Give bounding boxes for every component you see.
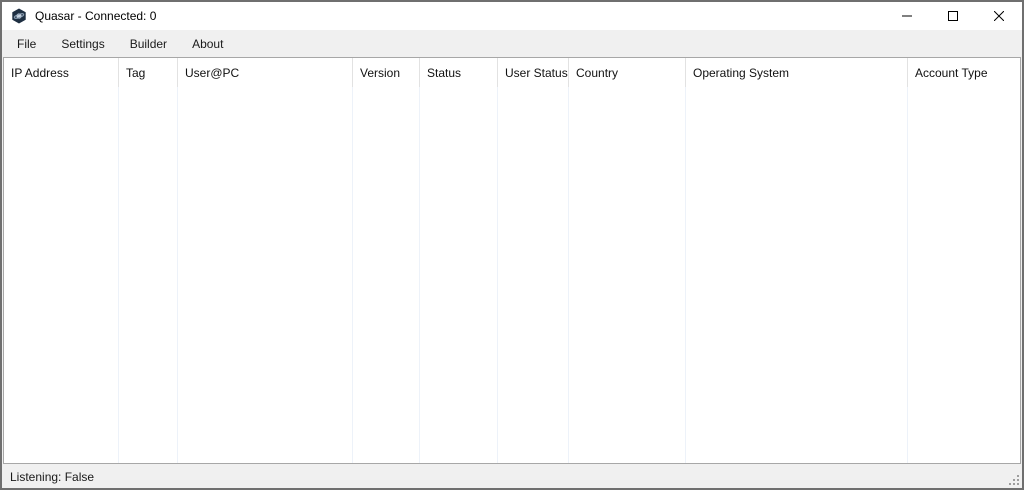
status-bar: Listening: False [2,466,1022,488]
column-header-user-status[interactable]: User Status [498,58,569,87]
menu-item-file[interactable]: File [8,30,45,57]
menu-bar: File Settings Builder About [2,30,1022,57]
column-header-account-type[interactable]: Account Type [908,58,1020,87]
column-header-tag[interactable]: Tag [119,58,178,87]
column-header-user-pc[interactable]: User@PC [178,58,353,87]
column-track-user-status [498,87,569,463]
maximize-icon [948,9,958,24]
quasar-app-icon [11,8,27,24]
column-header-ip-address[interactable]: IP Address [4,58,119,87]
column-header-country[interactable]: Country [569,58,686,87]
close-button[interactable] [976,2,1022,30]
column-track-version [353,87,420,463]
column-track-operating-system [686,87,908,463]
menu-item-settings[interactable]: Settings [52,30,113,57]
caption-buttons [884,2,1022,30]
app-window: Quasar - Connected: 0 File Settings Bui [0,0,1024,490]
column-track-account-type [908,87,1020,463]
menu-item-builder[interactable]: Builder [121,30,176,57]
listview-body[interactable] [4,87,1020,463]
close-icon [994,9,1004,24]
title-bar: Quasar - Connected: 0 [2,2,1022,30]
column-track-ip-address [4,87,119,463]
column-header-version[interactable]: Version [353,58,420,87]
column-track-tag [119,87,178,463]
column-header-operating-system[interactable]: Operating System [686,58,908,87]
menu-item-about[interactable]: About [183,30,232,57]
minimize-button[interactable] [884,2,930,30]
client-listview[interactable]: IP AddressTagUser@PCVersionStatusUser St… [3,57,1021,464]
listening-status: Listening: False [10,470,94,484]
column-header-status[interactable]: Status [420,58,498,87]
minimize-icon [902,9,912,24]
window-title: Quasar - Connected: 0 [35,9,156,23]
resize-grip-icon[interactable] [1008,474,1021,487]
column-track-status [420,87,498,463]
column-track-user-pc [178,87,353,463]
column-track-country [569,87,686,463]
listview-header: IP AddressTagUser@PCVersionStatusUser St… [4,58,1020,87]
maximize-button[interactable] [930,2,976,30]
